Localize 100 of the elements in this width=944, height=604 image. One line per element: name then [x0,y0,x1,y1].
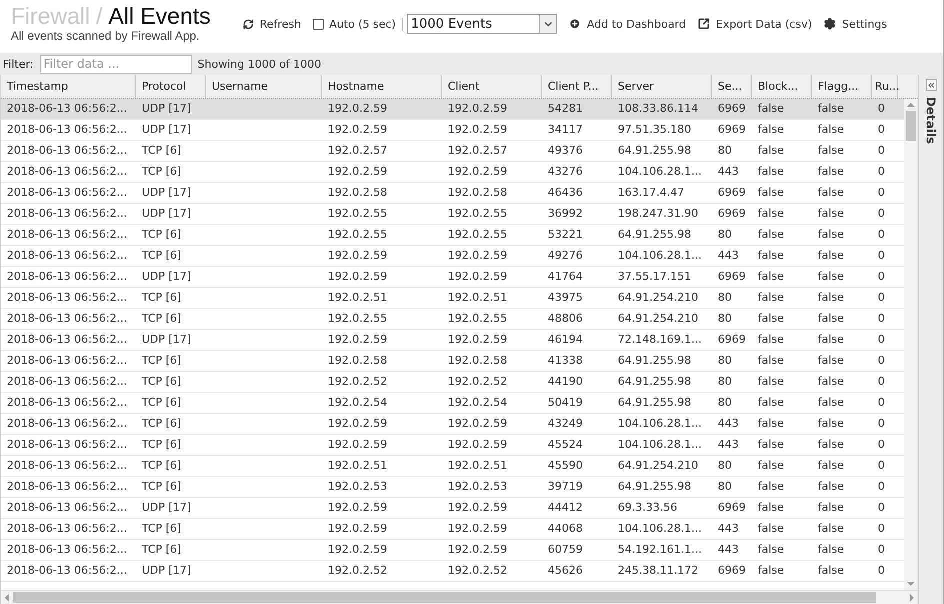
filter-field[interactable]: Filter data ... [40,54,192,74]
table-cell-text: 192.0.2.57 [447,143,508,159]
table-cell-text: 64.91.255.98 [617,479,692,495]
column-header[interactable]: Se... [712,75,752,98]
column-header[interactable]: Block... [752,75,812,98]
table-cell-text: 46436 [547,185,584,201]
table-cell-text: 192.0.2.59 [327,521,388,537]
table-cell-text: 192.0.2.51 [327,458,388,474]
table-cell-text: UDP [17] [141,563,192,579]
table-cell-text: 192.0.2.51 [447,458,508,474]
column-header[interactable]: Flagg... [812,75,872,98]
table-cell-text: 104.106.28.1... [617,164,703,180]
table-cell-text: 80 [717,143,733,159]
table-cell-text: 0 [877,563,886,579]
table-cell-text: false [817,458,846,474]
table-cell-text: 46194 [547,332,584,348]
table-cell-text: 443 [717,521,740,537]
table-cell-text: false [817,227,846,243]
column-header[interactable]: Ru... [872,75,898,98]
table-cell-text: false [757,143,786,159]
table-cell-text: 192.0.2.59 [327,437,388,453]
table-cell-text: 192.0.2.58 [447,185,508,201]
table-cell-text: 0 [877,185,886,201]
table-cell-text: 50419 [547,395,584,411]
table-cell-text: 44412 [547,500,584,516]
collapse-button[interactable] [926,79,936,91]
filter-label: Filter: [3,58,34,70]
table-cell-text: 2018-06-13 06:56:2... [6,353,128,369]
table-cell-text: 2018-06-13 06:56:2... [6,248,128,264]
horizontal-scrollbar[interactable] [1,590,918,604]
export-button[interactable]: Export Data (csv) [698,18,812,30]
table-cell-text: TCP [6] [141,374,182,390]
table-cell-text: false [757,395,786,411]
table-cell-text: 2018-06-13 06:56:2... [6,500,128,516]
table-cell-text: 0 [877,437,886,453]
table-cell-text: false [757,122,786,138]
column-header[interactable]: Client P... [542,75,612,98]
table-cell-text: 54281 [547,101,584,117]
table-cell-text: false [757,206,786,222]
table-cell-text: 0 [877,374,886,390]
table-cell-text: false [817,542,846,558]
column-header[interactable]: Protocol [136,75,206,98]
table-cell-text: TCP [6] [141,227,182,243]
table-cell-text: false [757,500,786,516]
refresh-button[interactable]: Refresh [242,18,302,30]
table-cell-text: 192.0.2.59 [327,332,388,348]
table-cell-text: TCP [6] [141,353,182,369]
column-header[interactable]: Timestamp [1,75,136,98]
table-cell-text: 6969 [717,206,747,222]
table-cell-text: 48806 [547,311,584,327]
table-cell-text: 34117 [547,122,584,138]
table-cell-text: 192.0.2.53 [447,479,508,495]
table-cell-text: UDP [17] [141,122,192,138]
table-cell-text: 80 [717,290,733,306]
table-cell-text: 192.0.2.59 [447,521,508,537]
table-cell-text: UDP [17] [141,500,192,516]
table-cell-text: 192.0.2.59 [447,542,508,558]
table-cell-text: TCP [6] [141,311,182,327]
table-cell-text: 64.91.255.98 [617,143,692,159]
column-header[interactable]: Server [612,75,712,98]
table-cell-text: 104.106.28.1... [617,416,703,432]
table-cell-text: 72.148.169.1... [617,332,703,348]
table-cell-text: 2018-06-13 06:56:2... [6,227,128,243]
table-cell-text: 53221 [547,227,584,243]
auto-checkbox[interactable] [313,18,324,30]
table-cell-text: UDP [17] [141,101,192,117]
table-cell-text: 0 [877,458,886,474]
vertical-scrollbar[interactable] [904,99,918,590]
table-cell-text: 192.0.2.55 [447,311,508,327]
table-row[interactable]: 2018-06-13 06:56:2... UDP [17] 192.0.2.59 192.0.2.59 54281 108.33.86.114 6969 false false 0 [1,99,904,120]
table-cell-text: 163.17.4.47 [617,185,686,201]
column-header[interactable]: Hostname [322,75,442,98]
table-cell-text: 192.0.2.54 [327,395,388,411]
table-cell-text: 45524 [547,437,584,453]
table-cell-text: 0 [877,542,886,558]
column-header[interactable]: Client [442,75,542,98]
table-cell-text: 43276 [547,164,584,180]
table-cell-text: 192.0.2.59 [447,416,508,432]
table-cell-text: 80 [717,395,733,411]
table-cell-text: 0 [877,416,886,432]
settings-button[interactable]: Settings [824,18,888,30]
table-cell-text: 64.91.255.98 [617,395,692,411]
table-cell-text: 245.38.11.172 [617,563,700,579]
table-cell-text: 192.0.2.59 [447,332,508,348]
refresh-icon [242,18,254,30]
table-cell-text: 192.0.2.53 [327,479,388,495]
table-cell-text: 104.106.28.1... [617,521,703,537]
table-cell-text: 198.247.31.90 [617,206,700,222]
table-cell-text: TCP [6] [141,437,182,453]
table-cell-text: false [757,416,786,432]
table-cell-text: 0 [877,164,886,180]
column-header[interactable]: Username [206,75,322,98]
table-cell-text: 104.106.28.1... [617,437,703,453]
event-limit-dropdown[interactable]: 1000 Events [407,14,558,34]
details-tab[interactable]: Details [924,97,938,144]
table-cell-text: 192.0.2.55 [447,227,508,243]
table-cell-text: 443 [717,248,740,264]
table-cell-text: false [817,479,846,495]
table-cell-text: UDP [17] [141,269,192,285]
add-to-dashboard-button[interactable]: Add to Dashboard [569,18,686,30]
